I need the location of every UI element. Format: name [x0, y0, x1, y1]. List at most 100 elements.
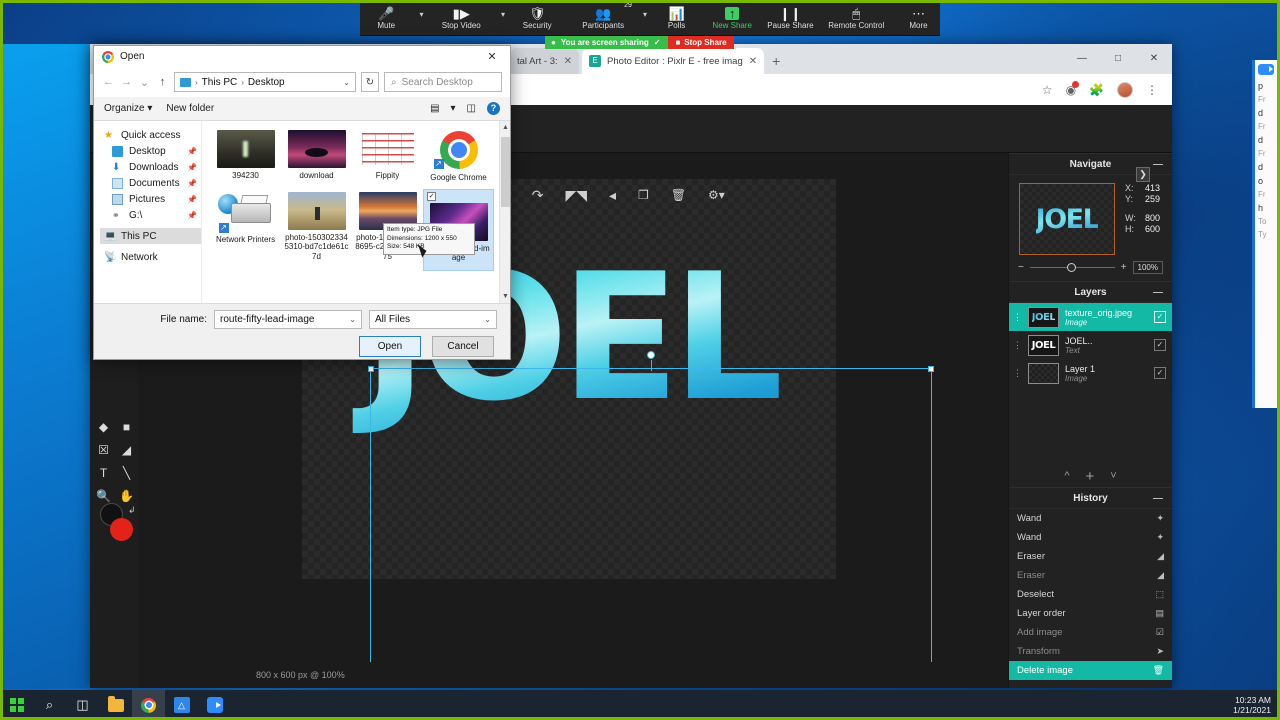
- move-layer-up-icon[interactable]: ^: [1064, 470, 1069, 482]
- chevron-down-icon[interactable]: ▾: [451, 103, 456, 114]
- up-one-level-button[interactable]: ↑: [156, 76, 169, 88]
- rectangle-select-icon[interactable]: ■: [115, 415, 138, 438]
- history-item[interactable]: Add image ☑: [1009, 623, 1172, 642]
- close-icon[interactable]: ✕: [474, 46, 510, 67]
- chevron-down-icon[interactable]: ⌄: [343, 78, 350, 87]
- browser-tab-1[interactable]: tal Art - 3: ✕: [510, 48, 580, 74]
- zoom-pause-share-button[interactable]: ❙❙ Pause Share: [763, 0, 817, 36]
- taskbar-clock[interactable]: 10:23 AM 1/21/2021: [1233, 695, 1280, 715]
- cancel-button[interactable]: Cancel: [432, 336, 494, 357]
- add-layer-icon[interactable]: +: [1085, 468, 1094, 485]
- layer-row[interactable]: ⋮ JOEL texture_orig.jpeg Image ✓: [1009, 303, 1172, 331]
- zoom-out-button[interactable]: −: [1018, 262, 1024, 273]
- selection-bounding-box[interactable]: [368, 351, 934, 662]
- history-item[interactable]: Layer order ▤: [1009, 604, 1172, 623]
- open-button[interactable]: Open: [359, 336, 421, 357]
- sidebar-item-desktop[interactable]: Desktop 📌: [100, 143, 201, 159]
- sidebar-item-documents[interactable]: Documents 📌: [100, 175, 201, 191]
- view-layout-icon[interactable]: ▤: [430, 103, 439, 114]
- drag-handle-icon[interactable]: ⋮: [1013, 340, 1022, 349]
- sidebar-item-downloads[interactable]: ⬇ Downloads 📌: [100, 159, 201, 175]
- new-tab-button[interactable]: +: [772, 53, 780, 69]
- zoom-more-button[interactable]: ⋯ More: [897, 0, 940, 36]
- close-icon[interactable]: ✕: [749, 56, 757, 67]
- history-item[interactable]: Eraser ◢: [1009, 566, 1172, 585]
- shape-fill-icon[interactable]: ◆: [92, 415, 115, 438]
- recent-locations-button[interactable]: ⌄: [138, 76, 151, 89]
- start-button[interactable]: [0, 690, 33, 720]
- file-list-scrollbar[interactable]: ▲ ▼: [499, 121, 510, 303]
- history-item[interactable]: Deselect ⬚: [1009, 585, 1172, 604]
- chevron-down-icon[interactable]: ⌄: [349, 315, 356, 324]
- file-item[interactable]: Fippity: [352, 127, 423, 187]
- file-type-select[interactable]: All Files ⌄: [369, 310, 497, 329]
- scrollbar-thumb[interactable]: [501, 137, 510, 207]
- zoom-slider-knob[interactable]: [1067, 263, 1077, 272]
- file-name-input[interactable]: route-fifty-lead-image ⌄: [214, 310, 362, 329]
- rotate-handle[interactable]: [647, 351, 655, 371]
- pin-icon[interactable]: 📌: [187, 147, 197, 156]
- search-input[interactable]: Search Desktop: [402, 77, 473, 88]
- chevron-down-icon[interactable]: ▾: [419, 10, 423, 19]
- zoom-slider-track[interactable]: [1029, 263, 1115, 272]
- scroll-up-arrow[interactable]: ▲: [500, 121, 510, 134]
- zoom-remote-control-button[interactable]: 🖱 Remote Control: [822, 0, 891, 36]
- chevron-down-icon[interactable]: ▾: [501, 10, 505, 19]
- flip-horizontal-icon[interactable]: ◤◥: [565, 188, 587, 202]
- sidebar-item-drive-g[interactable]: ⚭ G:\ 📌: [100, 207, 201, 223]
- chevron-down-icon[interactable]: ⌄: [484, 315, 491, 324]
- breadcrumb[interactable]: › This PC › Desktop ⌄: [174, 72, 356, 92]
- minimize-icon[interactable]: —: [1153, 493, 1163, 504]
- minimize-icon[interactable]: —: [1153, 159, 1163, 170]
- pin-icon[interactable]: 📌: [187, 179, 197, 188]
- scroll-down-arrow[interactable]: ▼: [500, 290, 510, 303]
- layer-visibility-toggle[interactable]: ✓: [1154, 311, 1166, 323]
- chrome-button[interactable]: [132, 690, 165, 720]
- navigate-zoom-slider[interactable]: − + 100%: [1009, 259, 1172, 281]
- layer-visibility-toggle[interactable]: ✓: [1154, 367, 1166, 379]
- browser-tab-2[interactable]: E Photo Editor : Pixlr E - free imag ✕: [582, 48, 765, 74]
- zoom-security-button[interactable]: 🛡 Security: [510, 0, 564, 36]
- profile-avatar[interactable]: [1117, 81, 1133, 98]
- layer-visibility-toggle[interactable]: ✓: [1154, 339, 1166, 351]
- sidebar-item-quick-access[interactable]: ★ Quick access: [100, 127, 201, 143]
- layer-row[interactable]: ⋮ Layer 1 Image ✓: [1009, 359, 1172, 387]
- new-folder-button[interactable]: New folder: [166, 103, 214, 114]
- layer-row[interactable]: ⋮ JOEL JOEL.. Text ✓: [1009, 331, 1172, 359]
- paint-bucket-icon[interactable]: ◢: [115, 438, 138, 461]
- extension-alert-icon[interactable]: ◉: [1066, 80, 1080, 97]
- stop-share-button[interactable]: ■ Stop Share: [668, 36, 734, 49]
- swap-colors-icon[interactable]: ↲: [128, 505, 136, 516]
- puzzle-extension-icon[interactable]: 🧩: [1089, 83, 1104, 97]
- zoom-new-share-button[interactable]: ↑ New Share: [703, 0, 761, 36]
- marquee-icon[interactable]: ☒: [92, 438, 115, 461]
- pin-icon[interactable]: 📌: [187, 163, 197, 172]
- drive-button[interactable]: △: [165, 690, 198, 720]
- zoom-level-value[interactable]: 100%: [1132, 261, 1163, 274]
- dialog-file-list[interactable]: 394230 download Fippity ↗ Google Chrome: [202, 121, 510, 303]
- zoom-mute-button[interactable]: 🎤 Mute ▾: [360, 0, 423, 36]
- resize-handle-tl[interactable]: [368, 366, 374, 372]
- navigate-thumbnail[interactable]: JOEL: [1019, 183, 1115, 255]
- move-layer-down-icon[interactable]: ˅: [1110, 470, 1116, 482]
- pin-icon[interactable]: 📌: [187, 211, 197, 220]
- sidebar-item-this-pc[interactable]: 💻 This PC: [100, 228, 201, 244]
- panel-collapse-button[interactable]: ❯: [1136, 167, 1150, 182]
- zoom-participants-button[interactable]: 👥 29 Participants ▾: [570, 0, 647, 36]
- refresh-button[interactable]: ↻: [361, 72, 379, 92]
- history-item[interactable]: Eraser ◢: [1009, 547, 1172, 566]
- file-item[interactable]: ↗ Google Chrome: [423, 127, 494, 187]
- kebab-menu-icon[interactable]: ⋮: [1146, 83, 1158, 97]
- duplicate-icon[interactable]: ❐: [638, 188, 649, 202]
- minimize-button[interactable]: —: [1064, 44, 1100, 72]
- history-item[interactable]: Wand ✦: [1009, 528, 1172, 547]
- help-icon[interactable]: ?: [487, 102, 500, 115]
- zoom-stop-video-button[interactable]: ▮▶ Stop Video ▾: [428, 0, 505, 36]
- preview-pane-icon[interactable]: ◫: [467, 103, 476, 114]
- file-explorer-button[interactable]: [99, 690, 132, 720]
- zoom-button[interactable]: [198, 690, 231, 720]
- drag-handle-icon[interactable]: ⋮: [1013, 312, 1022, 321]
- breadcrumb-desktop[interactable]: Desktop: [248, 77, 285, 88]
- chat-input-placeholder[interactable]: Ty: [1258, 230, 1277, 239]
- trash-icon[interactable]: 🗑: [671, 188, 686, 202]
